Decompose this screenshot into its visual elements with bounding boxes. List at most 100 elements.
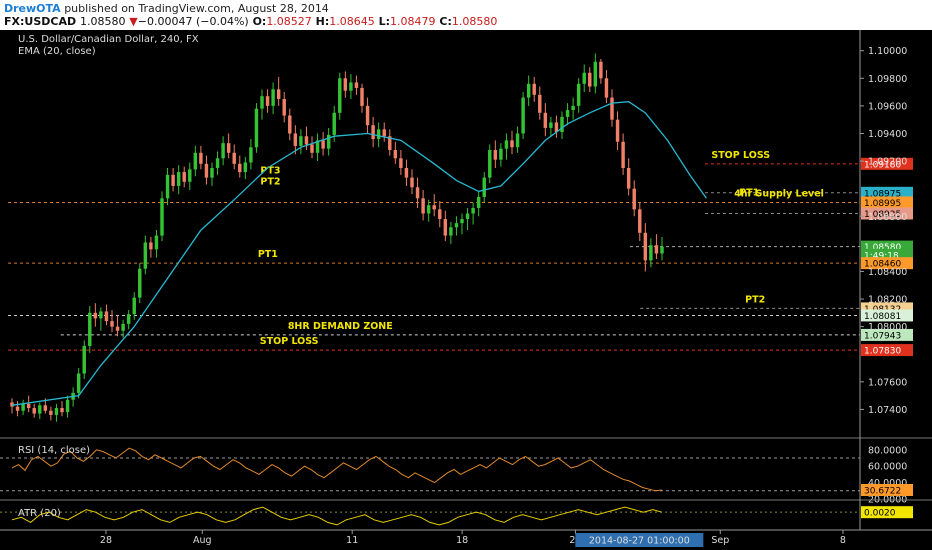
candle	[415, 177, 420, 208]
candle	[32, 403, 36, 418]
chart-text: U.S. Dollar/Canadian Dollar, 240, FX EMA…	[18, 34, 199, 519]
candle	[615, 111, 620, 151]
candle-body	[449, 227, 453, 236]
candle-body	[565, 110, 570, 117]
candle-body	[376, 129, 381, 139]
candle-body	[510, 140, 514, 148]
candle-body	[399, 158, 403, 168]
candle	[410, 169, 414, 195]
candle-body	[232, 152, 236, 164]
candle	[176, 165, 181, 195]
rsi-value-label: 30.6722	[864, 486, 901, 496]
candle-body	[471, 207, 475, 214]
candle-body	[276, 89, 281, 99]
candle-body	[526, 83, 531, 98]
low-value: 1.08479	[390, 15, 436, 28]
candle	[126, 310, 131, 330]
candle-body	[426, 205, 431, 214]
candle	[554, 115, 559, 138]
candle	[499, 143, 503, 167]
candle-body	[415, 187, 420, 199]
price-tick-label: 1.08000	[868, 322, 907, 333]
candle-body	[21, 403, 25, 411]
candle-body	[604, 78, 609, 98]
candle-body	[476, 196, 481, 208]
candle-body	[121, 323, 125, 331]
candle	[488, 144, 492, 184]
price-tick-label: 1.08200	[868, 295, 907, 306]
candle	[571, 97, 575, 120]
candle	[204, 155, 209, 185]
price-tick-label: 1.10000	[868, 46, 907, 57]
candle	[115, 315, 120, 337]
candle-body	[538, 94, 542, 113]
time-tick-label: Aug	[193, 535, 212, 546]
candle	[621, 133, 625, 175]
price-tick-label: 1.07400	[868, 405, 907, 416]
candle-body	[282, 98, 286, 116]
candle	[15, 401, 20, 417]
rsi-tick-label: 80.0000	[868, 445, 907, 456]
price-tick-label: 1.09400	[868, 129, 907, 140]
candle-body	[110, 321, 114, 327]
level-annotation: PT2	[745, 294, 765, 305]
candle-body	[43, 405, 48, 411]
candle-body	[176, 172, 181, 186]
candle-body	[143, 242, 148, 269]
candle	[93, 303, 98, 327]
candle-body	[332, 112, 336, 135]
candle-body	[343, 78, 348, 91]
level-price-label: 1.08995	[864, 199, 901, 209]
symbol[interactable]: FX:USDCAD	[4, 15, 76, 28]
candle	[532, 76, 536, 102]
candle	[193, 145, 198, 177]
candle	[154, 230, 159, 258]
candle	[10, 398, 14, 414]
time-tick-label: 18	[456, 535, 468, 546]
candle-body	[360, 87, 364, 106]
candle	[26, 395, 31, 413]
candle	[365, 97, 370, 134]
price-tick-label: 1.09600	[868, 101, 907, 112]
candle	[565, 103, 570, 126]
candle-body	[126, 314, 131, 324]
candle-body	[15, 406, 20, 411]
candle-body	[432, 205, 436, 210]
candle-body	[132, 297, 136, 315]
candle-body	[288, 115, 292, 134]
candle-body	[582, 72, 586, 84]
candle-body	[643, 232, 648, 261]
candle-body	[349, 82, 353, 91]
candle-body	[104, 311, 109, 322]
candle	[604, 70, 609, 104]
candle	[504, 133, 509, 160]
candle-body	[338, 78, 342, 113]
close-value: 1.08580	[451, 15, 498, 28]
candle	[276, 76, 281, 106]
candle	[560, 111, 564, 139]
candle	[371, 116, 375, 148]
candle-body	[588, 72, 592, 87]
price-chart[interactable]: 1.09180STOP LOSS1.089751.089954hr Supply…	[0, 30, 932, 550]
atr-pane[interactable]: 0.0020	[0, 506, 913, 526]
candle	[226, 133, 231, 159]
time-tick-label: Sep	[711, 535, 729, 546]
rsi-line	[11, 447, 663, 492]
candle	[449, 221, 453, 244]
author-link[interactable]: DrewOTA	[4, 2, 61, 15]
candle	[388, 129, 392, 156]
candle	[326, 127, 331, 156]
rsi-pane[interactable]: 80.000060.000040.000020.000030.6722	[0, 445, 913, 506]
atr-value-label: 0.0020	[864, 509, 896, 519]
candle	[60, 401, 64, 417]
candlestick-series[interactable]	[10, 53, 664, 422]
candle	[643, 223, 648, 272]
candle-body	[326, 134, 331, 149]
candle	[443, 210, 448, 242]
candle	[54, 403, 59, 422]
candle-body	[321, 140, 325, 149]
candle-body	[493, 150, 498, 160]
candle	[654, 234, 659, 260]
candle	[321, 132, 325, 156]
candle-body	[171, 174, 175, 186]
